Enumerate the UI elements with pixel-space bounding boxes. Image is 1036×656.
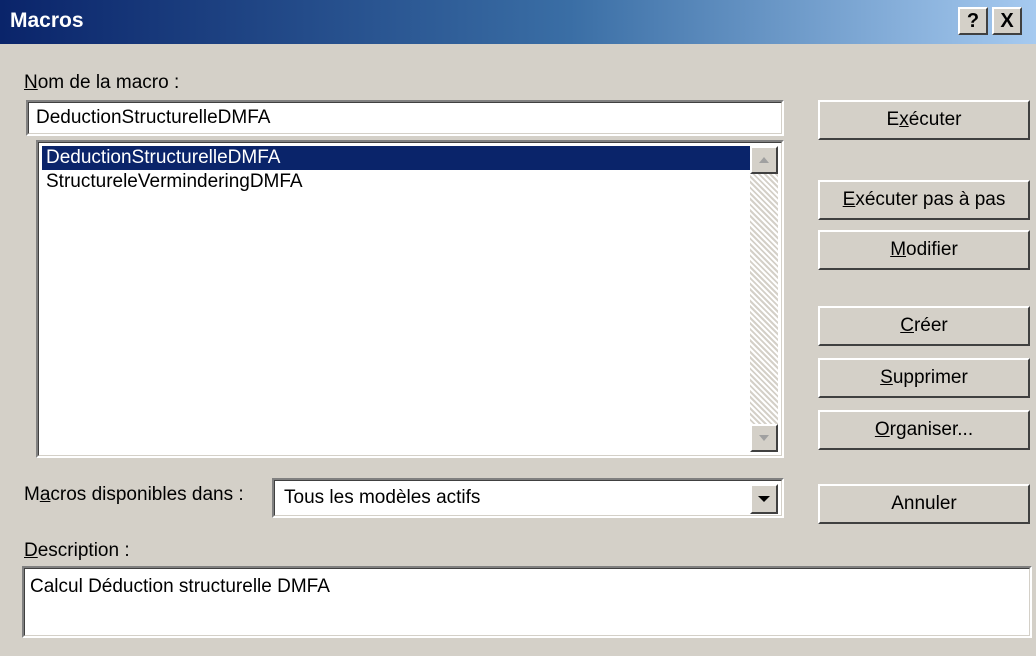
scroll-down-icon (759, 435, 769, 441)
macro-list-scrollbar[interactable] (750, 146, 778, 452)
macros-in-select[interactable]: Tous les modèles actifs (272, 478, 784, 518)
description-label: Description : (24, 540, 130, 561)
macro-name-value: DeductionStructurelleDMFA (36, 107, 271, 128)
scroll-up-button[interactable] (750, 146, 778, 174)
close-button[interactable]: X (992, 7, 1022, 35)
description-text: Calcul Déduction structurelle DMFA (30, 576, 330, 597)
window-title: Macros (10, 9, 84, 32)
step-into-button[interactable]: Exécuter pas à pas (818, 180, 1030, 220)
macro-name-label: Nom de la macro : (24, 72, 180, 93)
close-icon: X (1000, 10, 1014, 32)
help-button[interactable]: ? (958, 7, 988, 35)
scroll-down-button[interactable] (750, 424, 778, 452)
macros-in-label: Macros disponibles dans : (24, 484, 244, 505)
chevron-down-icon (758, 496, 770, 502)
list-item-vermindering[interactable]: StructureleVerminderingDMFA (42, 170, 303, 194)
run-button[interactable]: Ex écuter (818, 100, 1030, 140)
organize-button[interactable]: Organiser... (818, 410, 1030, 450)
macro-list[interactable]: DeductionStructurelleDMFA StructureleVer… (36, 140, 784, 458)
delete-button[interactable]: Supprimer (818, 358, 1030, 398)
macros-in-value: Tous les modèles actifs (284, 487, 481, 508)
dropdown-button[interactable] (750, 484, 778, 514)
edit-button[interactable]: Modifier (818, 230, 1030, 270)
list-item-deduction[interactable]: DeductionStructurelleDMFA (42, 146, 752, 170)
scroll-up-icon (759, 157, 769, 163)
cancel-button[interactable]: Annuler (818, 484, 1030, 524)
create-button[interactable]: Créer (818, 306, 1030, 346)
help-icon: ? (966, 10, 980, 32)
title-bar: Macros ? X (0, 0, 1036, 44)
macro-name-input[interactable]: DeductionStructurelleDMFA (26, 100, 784, 136)
description-box: Calcul Déduction structurelle DMFA (22, 566, 1032, 638)
